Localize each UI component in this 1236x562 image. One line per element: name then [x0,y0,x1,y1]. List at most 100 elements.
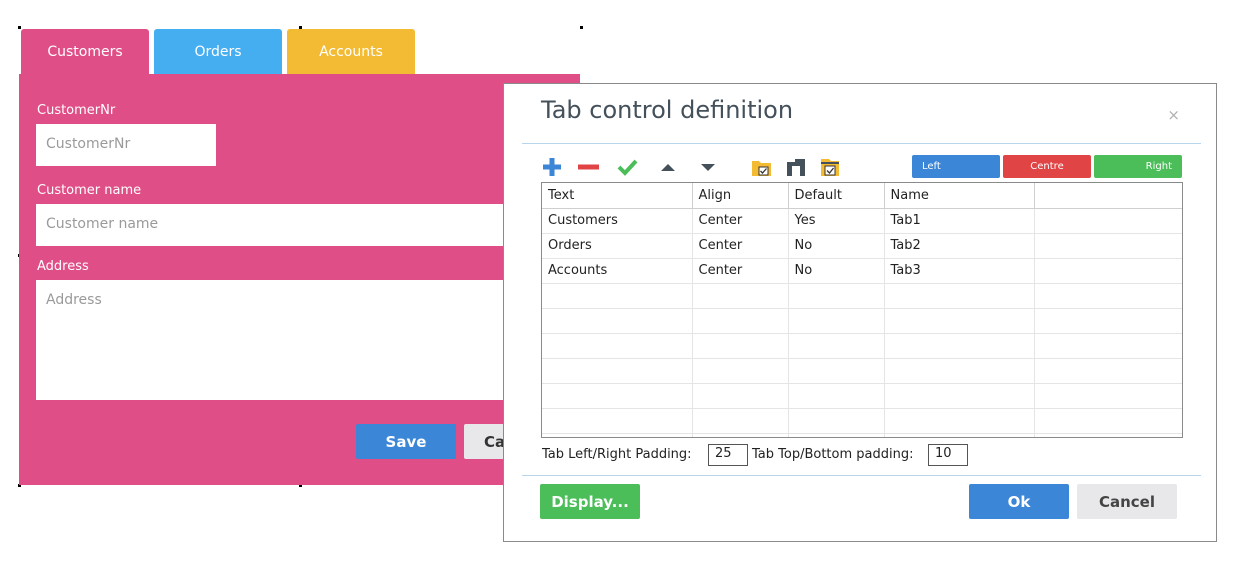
empty-cell[interactable] [884,433,1035,437]
empty-cell[interactable] [788,283,885,309]
empty-cell[interactable] [692,333,789,359]
empty-cell[interactable] [788,408,885,434]
empty-cell[interactable] [788,433,885,437]
empty-cell[interactable] [692,358,789,384]
cell-align[interactable]: Center [692,258,789,284]
empty-cell[interactable] [788,333,885,359]
column-header-default[interactable]: Default [788,183,885,209]
folder-checked-icon[interactable] [819,156,841,178]
empty-cell[interactable] [692,433,789,437]
empty-cell[interactable] [692,383,789,409]
cell-empty[interactable] [1034,208,1182,234]
empty-cell[interactable] [542,283,693,309]
add-icon[interactable] [541,156,563,178]
empty-cell[interactable] [1034,358,1182,384]
empty-cell[interactable] [884,283,1035,309]
selection-handle[interactable] [18,26,21,29]
empty-row[interactable] [542,308,1182,334]
cell-text[interactable]: Orders [542,233,693,259]
address-input[interactable]: Address [36,280,516,400]
selection-handle[interactable] [580,26,583,29]
empty-cell[interactable] [1034,383,1182,409]
column-header-empty [1034,183,1182,209]
table-row[interactable]: Customers Center Yes Tab1 [542,208,1182,234]
empty-cell[interactable] [884,333,1035,359]
empty-cell[interactable] [884,308,1035,334]
column-header-text[interactable]: Text [542,183,693,209]
tab-accounts[interactable]: Accounts [287,29,415,74]
table-row[interactable]: Accounts Center No Tab3 [542,258,1182,284]
empty-cell[interactable] [1034,408,1182,434]
top-bottom-padding-input[interactable]: 10 [928,444,968,466]
left-right-padding-label: Tab Left/Right Padding: [542,447,692,462]
ok-button[interactable]: Ok [969,484,1069,519]
tab-customers[interactable]: Customers [21,29,149,74]
customer-nr-label: CustomerNr [37,103,116,118]
empty-cell[interactable] [542,433,693,437]
empty-cell[interactable] [542,383,693,409]
column-header-name[interactable]: Name [884,183,1035,209]
empty-cell[interactable] [542,333,693,359]
empty-cell[interactable] [1034,283,1182,309]
column-header-align[interactable]: Align [692,183,789,209]
empty-cell[interactable] [788,358,885,384]
confirm-icon[interactable] [616,156,638,178]
customer-name-label: Customer name [37,183,142,198]
grid-header-row: Text Align Default Name [542,183,1182,209]
tab-icon[interactable] [785,156,807,178]
tab-control-definition-dialog: Tab control definition × Left Centre Rig… [503,83,1217,542]
empty-cell[interactable] [884,383,1035,409]
empty-cell[interactable] [542,358,693,384]
cell-empty[interactable] [1034,233,1182,259]
top-bottom-padding-label: Tab Top/Bottom padding: [752,447,914,462]
empty-cell[interactable] [1034,333,1182,359]
empty-row[interactable] [542,333,1182,359]
cell-name[interactable]: Tab3 [884,258,1035,284]
tab-orders[interactable]: Orders [154,29,282,74]
empty-row[interactable] [542,408,1182,434]
empty-cell[interactable] [884,358,1035,384]
empty-cell[interactable] [1034,433,1182,437]
empty-cell[interactable] [788,383,885,409]
empty-row[interactable] [542,358,1182,384]
close-icon[interactable]: × [1167,106,1180,124]
empty-cell[interactable] [692,283,789,309]
table-row[interactable]: Orders Center No Tab2 [542,233,1182,259]
empty-cell[interactable] [1034,308,1182,334]
empty-cell[interactable] [884,408,1035,434]
empty-cell[interactable] [692,408,789,434]
save-button[interactable]: Save [356,424,456,459]
empty-cell[interactable] [788,308,885,334]
address-label: Address [37,259,89,274]
align-centre-button[interactable]: Centre [1003,155,1091,178]
empty-row[interactable] [542,383,1182,409]
move-down-icon[interactable] [697,156,719,178]
empty-row[interactable] [542,433,1182,437]
cell-default[interactable]: Yes [788,208,885,234]
align-left-button[interactable]: Left [912,155,1000,178]
move-up-icon[interactable] [657,156,679,178]
align-right-button[interactable]: Right [1094,155,1182,178]
cell-text[interactable]: Accounts [542,258,693,284]
customers-tab-panel: CustomerNr CustomerNr Customer name Cust… [19,74,580,485]
display-button[interactable]: Display... [540,484,640,519]
customer-nr-input[interactable]: CustomerNr [36,124,216,166]
open-folder-icon[interactable] [751,156,773,178]
empty-cell[interactable] [692,308,789,334]
cell-name[interactable]: Tab2 [884,233,1035,259]
empty-row[interactable] [542,283,1182,309]
empty-cell[interactable] [542,408,693,434]
cell-default[interactable]: No [788,258,885,284]
left-right-padding-input[interactable]: 25 [708,444,748,466]
cell-align[interactable]: Center [692,208,789,234]
empty-cell[interactable] [542,308,693,334]
cell-text[interactable]: Customers [542,208,693,234]
customer-name-input[interactable]: Customer name [36,204,516,246]
cell-default[interactable]: No [788,233,885,259]
remove-icon[interactable] [577,156,599,178]
cell-align[interactable]: Center [692,233,789,259]
dialog-title: Tab control definition [541,96,794,124]
cell-name[interactable]: Tab1 [884,208,1035,234]
cancel-button[interactable]: Cancel [1077,484,1177,519]
cell-empty[interactable] [1034,258,1182,284]
